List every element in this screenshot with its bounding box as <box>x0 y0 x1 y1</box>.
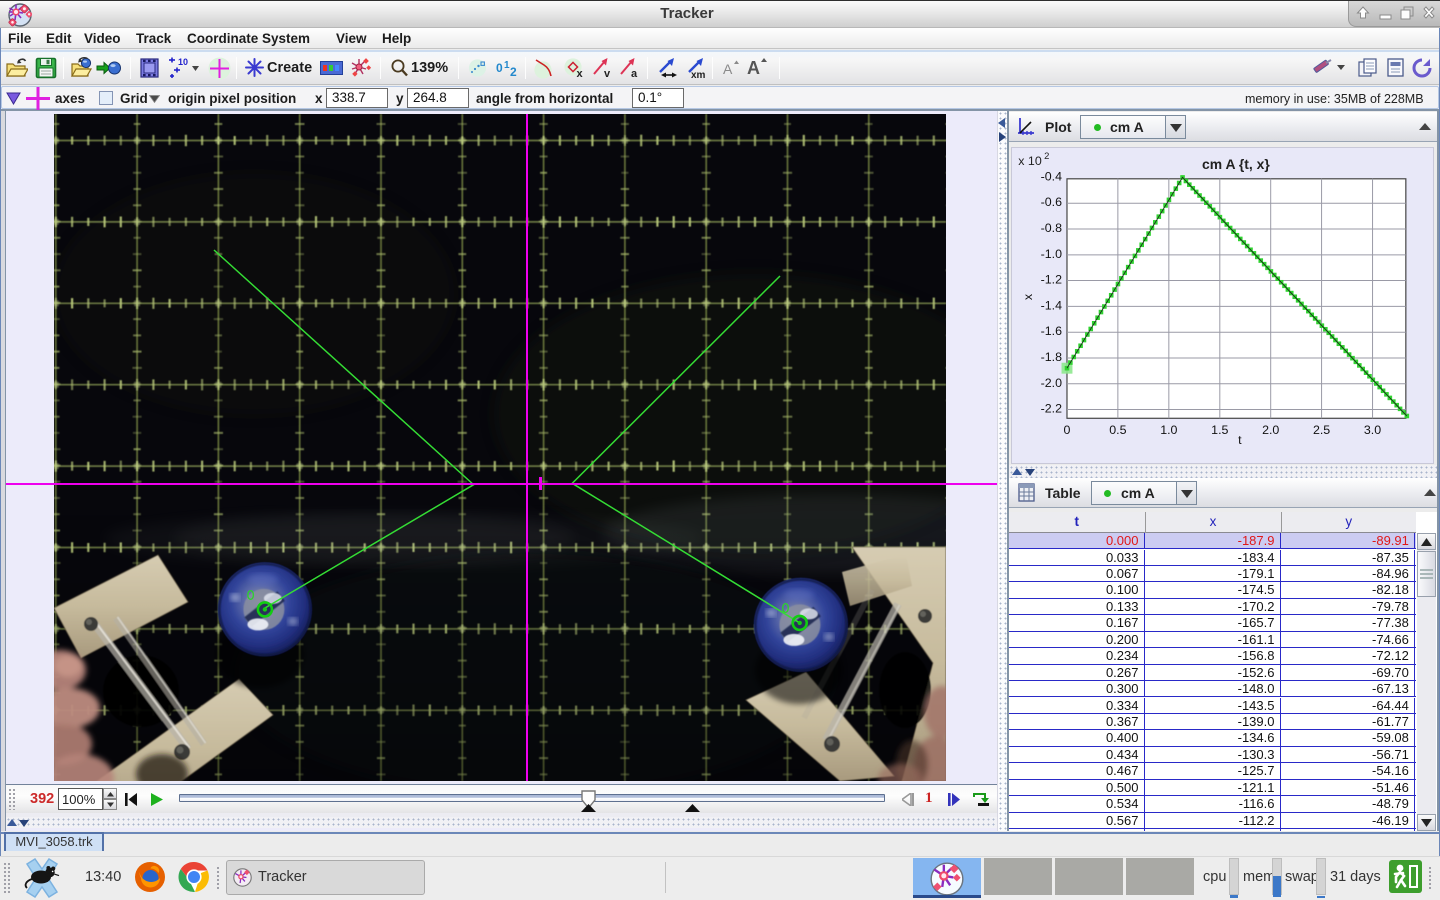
svg-text:a: a <box>631 68 638 79</box>
svg-text:2.5: 2.5 <box>1313 423 1330 437</box>
svg-text:1.0: 1.0 <box>1160 423 1177 437</box>
svg-text:-0.6: -0.6 <box>1041 195 1062 209</box>
svg-text:-0.8: -0.8 <box>1041 221 1062 235</box>
svg-text:-1.0: -1.0 <box>1041 247 1062 261</box>
svg-text:x: x <box>1021 293 1035 300</box>
svg-text:-1.6: -1.6 <box>1041 324 1062 338</box>
svg-text:v: v <box>604 68 611 79</box>
svg-text:-0.4: -0.4 <box>1041 169 1062 183</box>
svg-text:-2.2: -2.2 <box>1041 402 1062 416</box>
svg-text:A: A <box>747 58 760 78</box>
svg-text:0: 0 <box>1064 423 1071 437</box>
svg-text:-1.2: -1.2 <box>1041 273 1062 287</box>
svg-text:x 10: x 10 <box>1018 154 1042 168</box>
svg-text:0: 0 <box>496 61 503 75</box>
svg-text:A: A <box>723 61 733 77</box>
svg-text:1.5: 1.5 <box>1211 423 1228 437</box>
svg-text:-1.4: -1.4 <box>1041 298 1062 312</box>
svg-text:x: x <box>577 68 584 79</box>
svg-text:-1.8: -1.8 <box>1041 350 1062 364</box>
svg-text:2.0: 2.0 <box>1262 423 1279 437</box>
svg-text:2: 2 <box>1044 151 1049 162</box>
svg-text:10: 10 <box>178 57 188 67</box>
svg-text:3.0: 3.0 <box>1364 423 1381 437</box>
svg-text:xm: xm <box>691 70 706 79</box>
svg-text:t: t <box>1238 433 1242 447</box>
svg-text:cm A {t, x}: cm A {t, x} <box>1202 156 1270 172</box>
svg-text:-2.0: -2.0 <box>1041 376 1062 390</box>
svg-text:2: 2 <box>510 65 517 78</box>
svg-text:0.5: 0.5 <box>1109 423 1126 437</box>
